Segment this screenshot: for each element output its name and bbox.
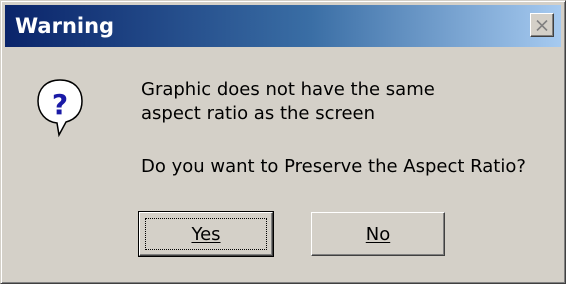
question-icon: ? <box>37 79 83 138</box>
no-button-label: No <box>365 223 391 245</box>
title-bar[interactable]: Warning <box>5 5 561 47</box>
close-button[interactable] <box>530 13 554 37</box>
warning-dialog: Warning ? Graphic does not have the same… <box>0 0 566 284</box>
question-text: Do you want to Preserve the Aspect Ratio… <box>141 156 526 177</box>
yes-button-label: Yes <box>191 223 221 245</box>
no-button[interactable]: No <box>311 212 445 256</box>
close-icon <box>536 19 548 31</box>
yes-button[interactable]: Yes <box>138 211 274 257</box>
message-line-1: Graphic does not have the same <box>141 79 435 100</box>
dialog-title: Warning <box>15 14 115 38</box>
svg-text:?: ? <box>52 88 68 121</box>
message-line-2: aspect ratio as the screen <box>141 103 376 124</box>
